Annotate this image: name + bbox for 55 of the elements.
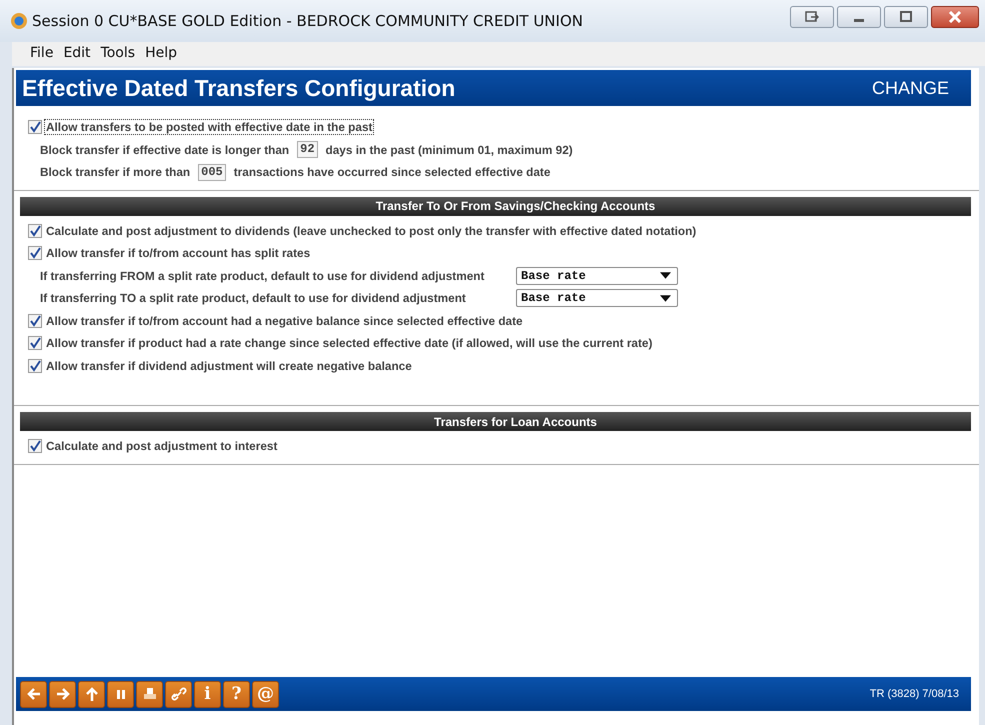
- checkbox[interactable]: [28, 120, 42, 134]
- menu-item[interactable]: File: [30, 45, 54, 61]
- checkbox-label: Allow transfer if to/from account had a negative balance since selected effective date: [45, 312, 524, 329]
- forward-button[interactable]: [49, 680, 76, 708]
- window-title: Session 0 CU*BASE GOLD Edition - BEDROCK COMMUNITY CREDIT UNION: [32, 12, 583, 30]
- checkbox[interactable]: [28, 336, 42, 350]
- checkbox-label: Allow transfer if dividend adjustment will create negative balance: [45, 358, 413, 374]
- section-title: Transfer To Or From Savings/Checking Accounts: [374, 199, 656, 213]
- caret-icon: [660, 294, 671, 302]
- snap-button[interactable]: [790, 6, 834, 28]
- dropdown-label: If transferring FROM a split rate product, default to use for dividend adjustment: [40, 268, 486, 283]
- checkbox-label: Allow transfer if product had a rate change since selected effective date (if allowed, will use the current rate): [45, 335, 654, 352]
- left-arrow-icon: [26, 686, 42, 702]
- close-button[interactable]: [931, 6, 979, 28]
- mode-label: CHANGE: [872, 78, 949, 98]
- field-label: transactions have occurred since selected effective date: [234, 165, 550, 180]
- right-arrow-icon: [54, 686, 70, 702]
- print-button[interactable]: [136, 680, 163, 708]
- up-button[interactable]: [78, 680, 105, 708]
- link-button[interactable]: [165, 680, 192, 708]
- chain-link-icon: [170, 686, 186, 702]
- pause-button[interactable]: [107, 680, 134, 708]
- dropdown[interactable]: Base rate: [516, 266, 678, 285]
- dropdown[interactable]: Base rate: [516, 289, 678, 308]
- back-button[interactable]: [20, 680, 47, 708]
- menu-item[interactable]: Help: [145, 45, 177, 61]
- dropdown-label: If transferring TO a split rate product, default to use for dividend adjustment: [40, 291, 467, 306]
- checkbox-label: Allow transfers to be posted with effective date in the past: [44, 119, 374, 136]
- maximize-button[interactable]: [884, 6, 928, 28]
- printer-icon: [142, 686, 158, 702]
- close-icon: [948, 11, 962, 23]
- field-label: days in the past (minimum 01, maximum 92): [326, 142, 573, 157]
- app-logo-icon: [10, 12, 28, 30]
- input-field[interactable]: 92: [297, 141, 318, 158]
- page-title: Effective Dated Transfers Configuration: [22, 74, 456, 102]
- minimize-icon: [854, 18, 864, 22]
- checkbox[interactable]: [28, 246, 42, 260]
- checkbox-label: Allow transfer if to/from account has split rates: [45, 245, 312, 262]
- checkbox[interactable]: [28, 439, 42, 454]
- checkbox[interactable]: [28, 358, 42, 373]
- field-label: Block transfer if more than: [40, 165, 190, 180]
- maximize-icon: [899, 11, 913, 23]
- checkbox-label: Calculate and post adjustment to interest: [45, 438, 278, 454]
- status-text: TR (3828) 7/08/13: [870, 688, 959, 700]
- checkbox[interactable]: [28, 224, 42, 238]
- menu-item[interactable]: Tools: [100, 45, 136, 61]
- up-arrow-icon: [84, 686, 100, 702]
- checkbox-label: Calculate and post adjustment to dividends (leave unchecked to post only the transfer with effective dated notation): [45, 222, 698, 239]
- checkbox[interactable]: [28, 314, 42, 328]
- minimize-button[interactable]: [837, 6, 881, 28]
- caret-icon: [660, 272, 671, 280]
- menu-item[interactable]: Edit: [63, 45, 91, 61]
- input-field[interactable]: 005: [198, 164, 226, 181]
- section-title: Transfers for Loan Accounts: [433, 414, 597, 428]
- field-label: Block transfer if effective date is longer than: [40, 142, 290, 157]
